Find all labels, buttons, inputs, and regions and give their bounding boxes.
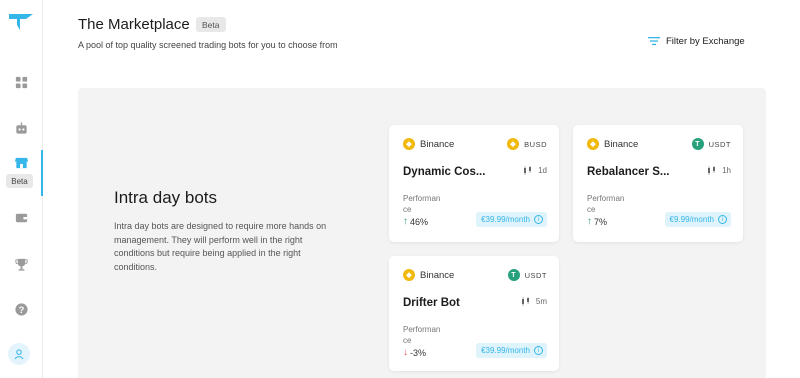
price-badge[interactable]: €39.99/month i	[476, 212, 547, 227]
bot-card[interactable]: ◆ Binance T USDT Rebalancer S... 1h Perf…	[573, 125, 743, 242]
sidebar-item-dashboard[interactable]	[0, 68, 43, 96]
page-title: The Marketplace	[78, 16, 190, 33]
arrow-up-icon: ↑	[403, 216, 408, 227]
performance-value: 46%	[410, 216, 429, 227]
user-avatar[interactable]	[8, 343, 30, 365]
performance-value: 7%	[594, 216, 608, 227]
section-description: Intra day bots are designed to require m…	[114, 221, 327, 272]
quote-currency: BUSD	[524, 139, 547, 149]
busd-icon: ◆	[507, 138, 520, 150]
bot-interval: 5m	[535, 297, 547, 306]
bot-name: Dynamic Cos...	[403, 166, 486, 178]
trophy-icon	[15, 258, 28, 271]
store-icon	[14, 157, 29, 168]
bot-name: Rebalancer S...	[587, 166, 670, 178]
wallet-icon	[15, 213, 28, 222]
filter-label: Filter by Exchange	[666, 35, 745, 47]
page-subtitle: A pool of top quality screened trading b…	[78, 40, 338, 50]
active-indicator	[41, 150, 43, 196]
grid-icon	[15, 76, 28, 88]
exchange-name: Binance	[420, 138, 455, 150]
performance-value: -3%	[410, 347, 427, 358]
performance-label: Performance	[403, 194, 441, 214]
info-icon[interactable]: i	[534, 346, 543, 355]
sidebar-item-wallet[interactable]	[0, 203, 43, 231]
sidebar-item-bots[interactable]	[0, 114, 43, 142]
arrow-up-icon: ↑	[587, 216, 592, 227]
bot-interval: 1h	[722, 166, 731, 175]
logo-icon[interactable]	[8, 13, 34, 31]
svg-text:?: ?	[19, 304, 25, 314]
info-icon[interactable]: i	[534, 215, 543, 224]
candlestick-icon	[521, 297, 529, 306]
bot-card[interactable]: ◆ Binance ◆ BUSD Dynamic Cos... 1d Perfo…	[389, 125, 559, 242]
bot-interval: 1d	[538, 166, 547, 175]
quote-currency: USDT	[708, 139, 731, 149]
filter-by-exchange-button[interactable]: Filter by Exchange	[648, 34, 745, 48]
candlestick-icon	[524, 166, 532, 175]
price-label: €9.99/month	[669, 215, 714, 224]
performance-label: Performance	[587, 194, 625, 214]
question-icon: ?	[15, 302, 28, 316]
price-badge[interactable]: €39.99/month i	[476, 343, 547, 358]
info-icon[interactable]: i	[718, 215, 727, 224]
bot-card[interactable]: ◆ Binance T USDT Drifter Bot 5m Performa…	[389, 256, 559, 371]
performance-label: Performance	[403, 325, 441, 345]
sidebar-beta-badge: Beta	[6, 174, 33, 188]
binance-icon: ◆	[587, 138, 599, 150]
price-badge[interactable]: €9.99/month i	[664, 212, 731, 227]
user-icon	[14, 349, 24, 360]
sidebar-item-marketplace[interactable]	[0, 148, 43, 176]
binance-icon: ◆	[403, 269, 415, 281]
quote-currency: USDT	[524, 270, 547, 280]
price-label: €39.99/month	[481, 215, 530, 224]
bot-name: Drifter Bot	[403, 297, 460, 309]
beta-badge: Beta	[196, 17, 226, 32]
sidebar-item-help[interactable]: ?	[0, 295, 43, 323]
binance-icon: ◆	[403, 138, 415, 150]
filter-icon	[648, 37, 660, 46]
robot-icon	[16, 121, 27, 134]
sidebar: Beta ?	[0, 0, 43, 378]
usdt-icon: T	[691, 138, 704, 150]
section-title: Intra day bots	[114, 188, 218, 207]
exchange-name: Binance	[420, 269, 455, 281]
arrow-down-icon: ↓	[403, 347, 408, 358]
candlestick-icon	[708, 166, 716, 175]
sidebar-item-leaderboard[interactable]	[0, 250, 43, 278]
exchange-name: Binance	[604, 138, 639, 150]
price-label: €39.99/month	[481, 346, 530, 355]
usdt-icon: T	[507, 269, 520, 281]
